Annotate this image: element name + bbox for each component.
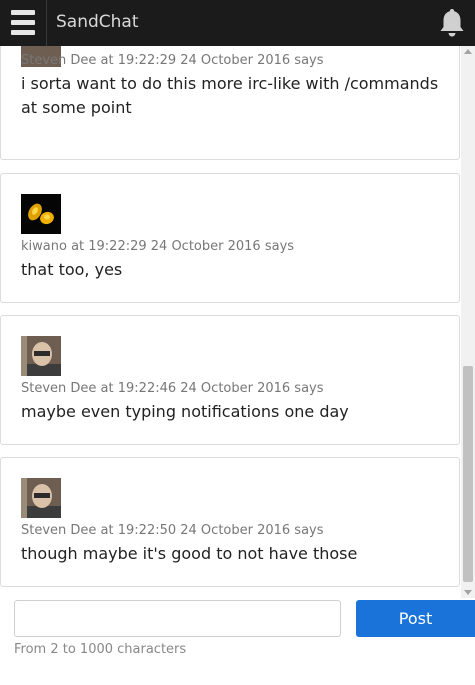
message-meta: Steven Dee at 19:22:46 24 October 2016 s… xyxy=(21,381,324,396)
scroll-down-arrow-icon[interactable] xyxy=(464,590,472,595)
message-text: maybe even typing notifications one day xyxy=(21,402,349,421)
message-text: though maybe it's good to not have those xyxy=(21,544,358,563)
message-card: Steven Dee at 19:22:50 24 October 2016 s… xyxy=(0,457,460,587)
message-card: Steven Dee at 19:22:29 24 October 2016 s… xyxy=(0,46,460,160)
message-meta: kiwano at 19:22:29 24 October 2016 says xyxy=(21,239,295,254)
header-divider xyxy=(46,0,47,46)
message-text: that too, yes xyxy=(21,260,123,279)
avatar xyxy=(21,478,61,518)
menu-bar-top xyxy=(11,10,35,15)
message-meta: Steven Dee at 19:22:29 24 October 2016 s… xyxy=(21,53,324,68)
message-input[interactable] xyxy=(14,600,341,637)
app-title: SandChat xyxy=(56,12,139,32)
message-composer: Post From 2 to 1000 characters xyxy=(0,598,475,685)
message-text: i sorta want to do this more irc-like wi… xyxy=(21,74,439,117)
message-card: kiwano at 19:22:29 24 October 2016 says … xyxy=(0,173,460,303)
character-limit-hint: From 2 to 1000 characters xyxy=(14,642,187,657)
message-card: Steven Dee at 19:22:46 24 October 2016 s… xyxy=(0,315,460,445)
message-meta: Steven Dee at 19:22:50 24 October 2016 s… xyxy=(21,523,324,538)
hamburger-menu-icon[interactable] xyxy=(0,0,46,46)
app-header: SandChat xyxy=(0,0,475,46)
avatar xyxy=(21,194,61,234)
scroll-up-arrow-icon[interactable] xyxy=(464,49,472,54)
message-list[interactable]: Steven Dee at 19:22:29 24 October 2016 s… xyxy=(0,46,475,598)
bell-icon[interactable] xyxy=(435,6,469,40)
menu-bar-middle xyxy=(11,20,35,25)
menu-bar-bottom xyxy=(11,30,35,35)
scroll-thumb[interactable] xyxy=(463,366,473,582)
message-scrollbar[interactable] xyxy=(461,46,475,598)
post-button[interactable]: Post xyxy=(356,600,475,637)
avatar xyxy=(21,336,61,376)
